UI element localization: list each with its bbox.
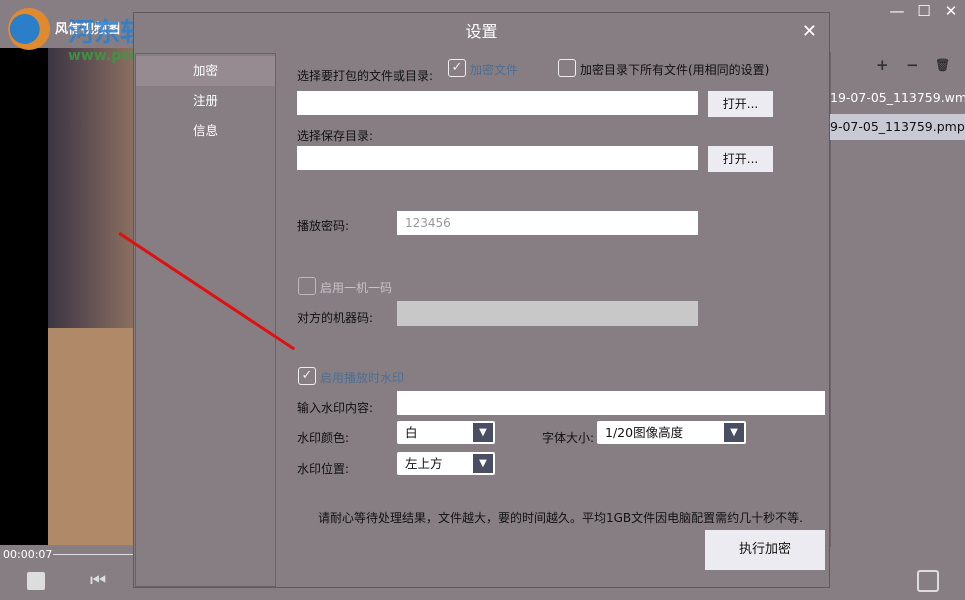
- remove-icon[interactable]: −: [906, 56, 919, 74]
- watermark-content-label: 输入水印内容:: [297, 399, 373, 416]
- open-save-button[interactable]: 打开...: [708, 146, 773, 172]
- nav-item-register[interactable]: 注册: [136, 86, 275, 116]
- open-source-button[interactable]: 打开...: [708, 91, 773, 117]
- one-machine-label: 启用一机一码: [320, 279, 392, 296]
- dropdown-arrow-icon: ▼: [473, 454, 493, 473]
- dialog-title: 设置: [134, 13, 829, 51]
- machine-code-label: 对方的机器码:: [297, 309, 373, 326]
- password-input[interactable]: 123456: [397, 211, 698, 235]
- stop-button[interactable]: [27, 572, 45, 590]
- encrypt-file-label: 加密文件: [470, 61, 518, 78]
- add-icon[interactable]: +: [876, 56, 889, 74]
- settings-dialog: 设置 ✕ 加密 注册 信息 选择要打包的文件或目录: ✓ 加密文件 加密目录下所…: [133, 12, 830, 588]
- fullscreen-button[interactable]: [917, 570, 939, 592]
- source-path-input[interactable]: [297, 91, 698, 115]
- watermark-enable-label: 启用播放时水印: [320, 369, 404, 386]
- processing-note: 请耐心等待处理结果，文件越大，要的时间越久。平均1GB文件因电脑配置需约几十秒不…: [318, 509, 803, 526]
- playlist-item-selected[interactable]: 9-07-05_113759.pmpk: [830, 114, 965, 140]
- font-size-value: 1/20图像高度: [605, 425, 683, 440]
- nav-item-info[interactable]: 信息: [136, 116, 275, 146]
- minimize-button[interactable]: —: [885, 2, 909, 22]
- encrypt-file-checkbox[interactable]: ✓: [448, 59, 466, 77]
- settings-nav: 加密 注册 信息: [135, 53, 276, 587]
- watermark-color-label: 水印颜色:: [297, 429, 349, 446]
- watermark-color-value: 白: [405, 425, 418, 440]
- dropdown-arrow-icon: ▼: [724, 423, 744, 442]
- watermark-content-input[interactable]: [397, 391, 825, 415]
- playback-time: 00:00:07: [3, 548, 52, 561]
- watermark-position-label: 水印位置:: [297, 460, 349, 477]
- save-dir-label: 选择保存目录:: [297, 127, 373, 144]
- save-path-input[interactable]: [297, 146, 698, 170]
- dropdown-arrow-icon: ▼: [473, 423, 493, 442]
- app-logo-icon: [8, 8, 50, 50]
- nav-item-encrypt[interactable]: 加密: [136, 56, 275, 86]
- select-file-label: 选择要打包的文件或目录:: [297, 67, 433, 84]
- machine-code-input: [397, 301, 698, 326]
- rewind-button[interactable]: ⏮: [90, 570, 106, 591]
- seek-bar[interactable]: [53, 554, 133, 555]
- dialog-close-button[interactable]: ✕: [802, 21, 817, 42]
- watermark-color-select[interactable]: 白▼: [397, 421, 495, 444]
- watermark-enable-checkbox[interactable]: ✓: [298, 367, 316, 385]
- watermark-position-value: 左上方: [405, 456, 443, 471]
- one-machine-checkbox[interactable]: [298, 277, 316, 295]
- maximize-button[interactable]: ☐: [912, 2, 936, 22]
- execute-encrypt-button[interactable]: 执行加密: [705, 530, 825, 570]
- playlist-item[interactable]: 19-07-05_113759.wmv: [830, 85, 965, 111]
- trash-icon[interactable]: 🗑: [935, 58, 950, 72]
- video-area: [0, 48, 133, 545]
- watermark-position-select[interactable]: 左上方 ▼: [397, 452, 495, 475]
- encrypt-dir-checkbox[interactable]: [558, 59, 576, 77]
- encrypt-dir-label: 加密目录下所有文件(用相同的设置): [580, 61, 769, 78]
- close-app-button[interactable]: ✕: [939, 2, 963, 22]
- font-size-select[interactable]: 1/20图像高度 ▼: [597, 421, 746, 444]
- font-size-label: 字体大小:: [542, 429, 594, 446]
- password-label: 播放密码:: [297, 217, 349, 234]
